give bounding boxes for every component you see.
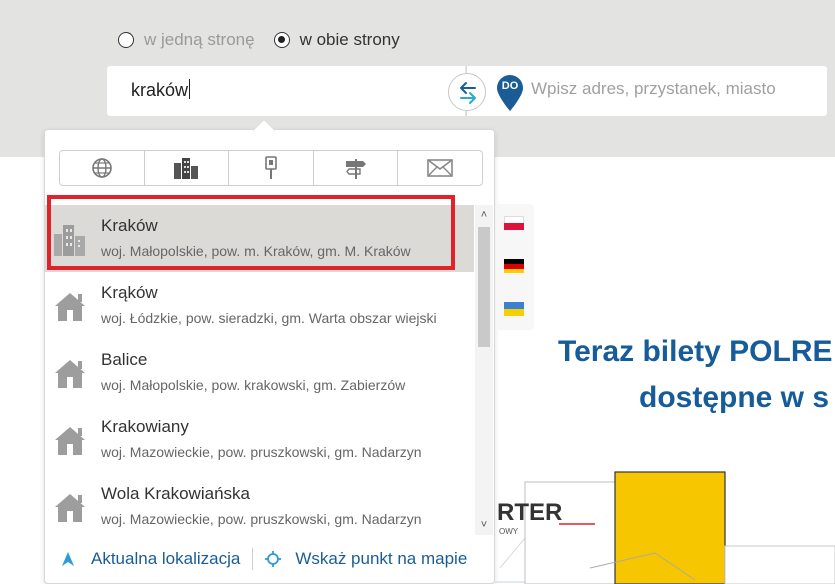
suggestion-dropdown: Kraków woj. Małopolskie, pow. m. Kraków,… [44,129,495,584]
to-input[interactable] [531,79,811,99]
location-arrow-icon [62,552,74,566]
category-filter-tabs [59,150,483,186]
house-icon [55,427,85,455]
pick-on-map-button[interactable]: Wskaż punkt na mapie [265,549,467,569]
swap-arrows-icon [460,82,476,104]
to-field[interactable]: DO [466,66,827,116]
crosshair-icon [265,551,282,567]
dropdown-footer: Aktualna lokalizacja Wskaż punkt na mapi… [45,540,494,578]
bus-stop-icon [265,156,277,179]
result-description: woj. Małopolskie, pow. m. Kraków, gm. M.… [101,243,411,259]
house-icon [55,293,85,321]
city-icon [174,158,199,179]
tab-cities[interactable] [145,151,230,185]
globe-icon [91,158,112,178]
house-icon [55,494,85,522]
promo-line-1: Teraz bilety POLRE [558,335,833,368]
from-field[interactable]: kraków [107,66,465,116]
result-name: Kraków [101,216,158,235]
list-item[interactable]: Balice woj. Małopolskie, pow. krakowski,… [45,339,474,406]
footer-divider [252,548,254,570]
promo-illustration: RTER OWY [495,471,835,584]
scroll-thumb[interactable] [478,227,490,347]
current-location-label: Aktualna lokalizacja [91,549,241,568]
illustration-ticket-subtext: OWY [499,527,519,536]
scroll-up-arrow-icon[interactable]: ˄ [475,207,493,223]
tab-stops[interactable] [229,151,314,185]
result-name: Wola Krakowiańska [101,484,250,503]
result-name: Balice [101,350,148,369]
city-icon [54,225,85,256]
one-way-label[interactable]: w jedną stronę [144,30,255,50]
language-switcher [496,204,534,330]
list-item[interactable]: Krakowiany woj. Mazowieckie, pow. pruszk… [45,406,474,473]
from-input-value[interactable]: kraków [131,80,188,100]
swap-direction-button[interactable] [448,73,486,111]
illustration-ticket-text: RTER [497,499,562,526]
trip-type-selector: w jedną stronę w obie strony [118,30,400,50]
flag-pl-icon[interactable] [504,216,524,230]
to-badge-label: DO [501,80,519,92]
result-name: Krakowiany [101,417,189,436]
flag-ua-icon[interactable] [504,302,524,316]
results-scrollbar[interactable]: ˄ ˅ [475,205,493,535]
list-item[interactable]: Wola Krakowiańska woj. Mazowieckie, pow.… [45,473,474,535]
result-description: woj. Mazowieckie, pow. pruszkowski, gm. … [101,511,422,527]
signpost-icon [345,159,366,179]
result-description: woj. Mazowieckie, pow. pruszkowski, gm. … [101,444,422,460]
list-item[interactable]: Kraków woj. Małopolskie, pow. m. Kraków,… [45,205,474,272]
both-ways-label[interactable]: w obie strony [300,30,400,50]
house-icon [55,360,85,388]
result-description: woj. Małopolskie, pow. krakowski, gm. Za… [101,377,406,393]
tab-all-globe[interactable] [60,151,145,185]
both-ways-radio[interactable] [273,32,290,48]
result-description: woj. Łódzkie, pow. sieradzki, gm. Warta … [101,310,437,326]
text-caret [189,79,191,99]
results-list: Kraków woj. Małopolskie, pow. m. Kraków,… [45,205,474,535]
envelope-icon [427,159,453,177]
result-name: Krąków [101,283,158,302]
current-location-button[interactable]: Aktualna lokalizacja [61,549,240,569]
destination-pin-icon: DO [495,74,525,112]
tab-addresses[interactable] [314,151,399,185]
promo-line-2: dostępne w s [639,381,830,414]
flag-de-icon[interactable] [504,259,524,273]
scroll-down-arrow-icon[interactable]: ˅ [475,517,493,533]
list-item[interactable]: Krąków woj. Łódzkie, pow. sieradzki, gm.… [45,272,474,339]
one-way-radio[interactable] [118,32,134,48]
pick-on-map-label: Wskaż punkt na mapie [295,549,468,568]
tab-postal[interactable] [398,151,482,185]
